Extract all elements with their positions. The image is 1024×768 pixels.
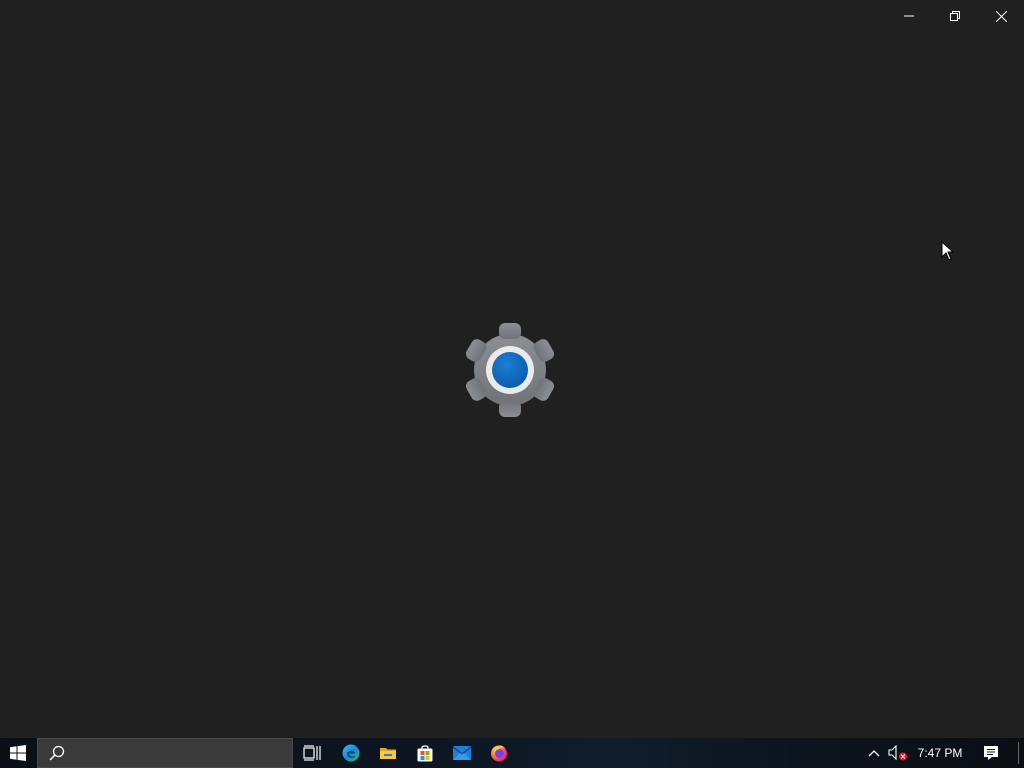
close-button[interactable] (978, 0, 1024, 32)
search-icon (38, 738, 76, 768)
restore-button[interactable] (932, 0, 978, 32)
taskbar-search-box[interactable] (37, 738, 293, 768)
task-view-button[interactable] (296, 738, 328, 768)
taskbar: 7:47 PM (0, 738, 1024, 768)
search-input[interactable] (76, 745, 280, 761)
taskbar-clock[interactable]: 7:47 PM (912, 738, 968, 768)
edge-button[interactable] (334, 738, 368, 768)
file-explorer-button[interactable] (370, 738, 406, 768)
folder-icon (380, 748, 396, 759)
settings-gear-icon (465, 323, 555, 417)
mouse-cursor-icon (941, 241, 955, 261)
edge-icon (342, 744, 360, 762)
firefox-button[interactable] (481, 738, 517, 768)
action-center-icon (984, 746, 998, 760)
volume-muted-icon (888, 745, 907, 761)
task-view-icon (303, 745, 321, 761)
mail-button[interactable] (444, 738, 480, 768)
action-center-button[interactable] (976, 738, 1006, 768)
clock-time: 7:47 PM (917, 746, 963, 760)
minimize-icon (904, 15, 914, 17)
volume-button[interactable] (886, 738, 910, 768)
show-hidden-icons-button[interactable] (864, 738, 884, 768)
start-button[interactable] (0, 738, 36, 768)
settings-app-window (0, 0, 1024, 738)
restore-icon (950, 11, 960, 21)
store-button[interactable] (407, 738, 443, 768)
window-caption-buttons (886, 0, 1024, 32)
minimize-button[interactable] (886, 0, 932, 32)
windows-logo-icon (10, 745, 26, 761)
mail-icon (453, 746, 471, 760)
firefox-icon (491, 745, 507, 762)
show-desktop-button[interactable] (1018, 742, 1019, 764)
chevron-up-icon (868, 750, 880, 757)
close-icon (995, 10, 1007, 22)
store-icon (417, 744, 433, 761)
